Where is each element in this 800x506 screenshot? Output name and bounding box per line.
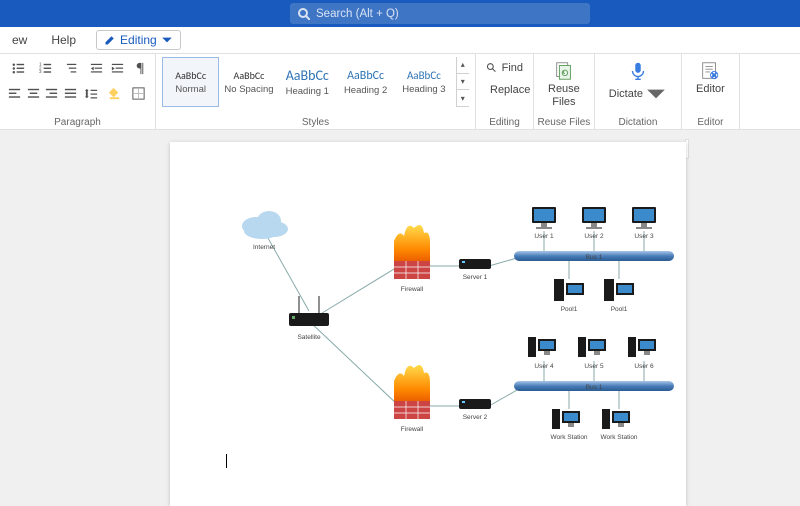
editor-button[interactable]: Editor (688, 57, 733, 107)
svg-text:User 1: User 1 (534, 233, 554, 240)
style-nospacing[interactable]: AaBbCcNo Spacing (220, 57, 277, 107)
svg-text:Pool1: Pool1 (611, 306, 628, 313)
svg-text:Server 2: Server 2 (463, 414, 488, 421)
svg-text:User 5: User 5 (584, 363, 604, 370)
align-left-button[interactable] (6, 82, 23, 104)
svg-text:Firewall: Firewall (401, 286, 424, 293)
microphone-icon (627, 60, 649, 82)
justify-button[interactable] (62, 82, 79, 104)
svg-text:Satellite: Satellite (297, 334, 321, 341)
workstation-icon (602, 409, 630, 429)
group-editing: Find Replace Editing (476, 54, 534, 129)
search-placeholder: Search (Alt + Q) (316, 8, 399, 20)
reuse-files-icon (553, 60, 575, 82)
dictate-button[interactable]: Dictate (601, 57, 675, 117)
style-normal[interactable]: AaBbCcNormal (162, 57, 219, 107)
align-right-button[interactable] (44, 82, 61, 104)
show-marks-button[interactable] (129, 57, 149, 79)
styles-up-button[interactable]: ▴ (457, 57, 469, 74)
svg-text:Server 1: Server 1 (463, 274, 488, 281)
ruler-marker (686, 140, 688, 158)
search-box[interactable]: Search (Alt + Q) (290, 3, 590, 24)
style-heading1[interactable]: AaBbCcHeading 1 (279, 57, 336, 107)
group-dictation: Dictate Dictation (595, 54, 682, 129)
align-center-button[interactable] (25, 82, 42, 104)
svg-text:User 6: User 6 (634, 363, 654, 370)
svg-text:Internet: Internet (253, 244, 275, 251)
svg-text:Work Station: Work Station (550, 434, 587, 441)
editing-mode-button[interactable]: Editing (96, 30, 181, 50)
ribbon: 123 Paragraph AaBbCcNormal AaBbCcNo Spac… (0, 54, 800, 130)
group-label-reuse: Reuse Files (534, 117, 594, 128)
page[interactable]: Internet Satellite Firewall Server 1 Fir… (170, 142, 686, 506)
group-label-paragraph: Paragraph (0, 117, 155, 128)
pencil-icon (104, 34, 116, 46)
server-icon (459, 399, 491, 409)
group-reuse: Reuse Files Reuse Files (534, 54, 595, 129)
bullets-button[interactable] (6, 57, 31, 79)
svg-text:Work Station: Work Station (600, 434, 637, 441)
multilevel-button[interactable] (60, 57, 85, 79)
workstation-icon (578, 337, 606, 357)
group-label-editor: Editor (682, 117, 739, 128)
svg-text:User 4: User 4 (534, 363, 554, 370)
search-icon (298, 8, 310, 20)
reuse-files-button[interactable]: Reuse Files (540, 57, 588, 120)
monitor-icon (532, 207, 556, 229)
tab-help[interactable]: Help (41, 27, 86, 54)
svg-text:Bus 1: Bus 1 (586, 254, 603, 261)
decrease-indent-button[interactable] (86, 57, 106, 79)
svg-text:3: 3 (39, 69, 42, 74)
svg-text:User 2: User 2 (584, 233, 604, 240)
increase-indent-button[interactable] (108, 57, 128, 79)
editor-icon (699, 60, 721, 82)
svg-text:Firewall: Firewall (401, 426, 424, 433)
monitor-icon (632, 207, 656, 229)
firewall-icon (394, 225, 430, 279)
title-bar: Search (Alt + Q) (0, 0, 800, 27)
styles-down-button[interactable]: ▾ (457, 74, 469, 91)
cloud-icon (242, 211, 288, 239)
replace-button[interactable]: Replace (482, 79, 527, 101)
workstation-icon (552, 409, 580, 429)
shading-button[interactable] (104, 82, 125, 104)
svg-text:Bus 1: Bus 1 (586, 384, 603, 391)
numbering-button[interactable]: 123 (33, 57, 58, 79)
styles-scroll: ▴ ▾ ▾ (456, 57, 469, 107)
style-heading2[interactable]: AaBbCcHeading 2 (337, 57, 394, 107)
group-editor: Editor Editor (682, 54, 740, 129)
workstation-icon (628, 337, 656, 357)
editing-label: Editing (120, 33, 157, 47)
group-label-dictation: Dictation (595, 117, 681, 128)
style-heading3[interactable]: AaBbCcHeading 3 (395, 57, 452, 107)
server-icon (459, 259, 491, 269)
group-styles: AaBbCcNormal AaBbCcNo Spacing AaBbCcHead… (156, 54, 476, 129)
group-label-editing: Editing (476, 117, 533, 128)
firewall-icon (394, 365, 430, 419)
styles-more-button[interactable]: ▾ (457, 90, 469, 107)
svg-text:User 3: User 3 (634, 233, 654, 240)
menu-row: ew Help Editing (0, 27, 800, 54)
tab-view[interactable]: ew (2, 27, 37, 54)
monitor-icon (582, 207, 606, 229)
chevron-down-icon (645, 83, 667, 105)
workstation-icon (528, 337, 556, 357)
svg-text:Pool1: Pool1 (561, 306, 578, 313)
tower-icon (554, 279, 584, 301)
document-area: Internet Satellite Firewall Server 1 Fir… (0, 130, 800, 506)
tower-icon (604, 279, 634, 301)
group-label-styles: Styles (156, 117, 475, 128)
line-spacing-button[interactable] (81, 82, 102, 104)
group-paragraph: 123 Paragraph (0, 54, 156, 129)
find-button[interactable]: Find (482, 57, 527, 79)
borders-button[interactable] (128, 82, 149, 104)
chevron-down-icon (161, 34, 173, 46)
network-diagram: Internet Satellite Firewall Server 1 Fir… (214, 166, 678, 496)
